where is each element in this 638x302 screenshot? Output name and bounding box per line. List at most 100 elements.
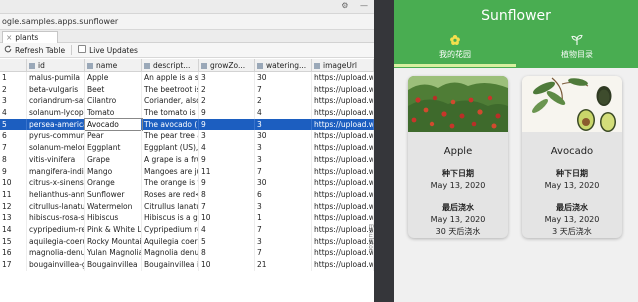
table-cell[interactable]: 2: [199, 83, 255, 96]
row-number-cell[interactable]: 7: [0, 142, 27, 154]
row-number-cell[interactable]: 6: [0, 130, 27, 143]
table-row[interactable]: 10citrus-x-sinensisOrangeThe orange is t…: [0, 177, 374, 189]
table-cell[interactable]: malus-pumila: [27, 72, 85, 84]
table-row[interactable]: 11helianthus-annuuSunflowerRoses are red…: [0, 188, 374, 201]
table-cell[interactable]: Yulan Magnolia: [85, 247, 142, 259]
table-cell[interactable]: aquilegia-coerule: [27, 235, 85, 248]
table-cell[interactable]: 4: [199, 223, 255, 236]
table-cell[interactable]: 3: [255, 142, 312, 154]
table-cell[interactable]: persea-americana: [27, 118, 85, 131]
table-cell[interactable]: Avocado: [84, 117, 143, 132]
table-cell[interactable]: 4: [199, 142, 255, 154]
table-cell[interactable]: Eggplant (US), au: [142, 142, 199, 154]
table-cell[interactable]: https://upload.wi: [312, 212, 374, 224]
column-header[interactable]: growZo...: [199, 59, 255, 71]
table-cell[interactable]: 8: [199, 247, 255, 259]
row-number-cell[interactable]: 5: [0, 118, 27, 131]
row-number-cell[interactable]: 4: [0, 107, 27, 119]
table-row[interactable]: 9mangifera-indicaMangoMangoes are juic11…: [0, 165, 374, 178]
row-number-cell[interactable]: 3: [0, 95, 27, 108]
table-cell[interactable]: 9: [199, 177, 255, 189]
table-row[interactable]: 15aquilegia-coeruleRocky Mountain CAquil…: [0, 235, 374, 248]
table-row[interactable]: 1malus-pumilaAppleAn apple is a swe330ht…: [0, 72, 374, 84]
table-cell[interactable]: 9: [199, 118, 255, 131]
table-cell[interactable]: https://upload.wi: [312, 235, 374, 248]
table-cell[interactable]: Grape: [85, 153, 142, 166]
table-cell[interactable]: solanum-melonge: [27, 142, 85, 154]
table-cell[interactable]: https://upload.wi: [312, 95, 374, 108]
table-cell[interactable]: https://upload.wi: [312, 83, 374, 96]
table-cell[interactable]: beta-vulgaris: [27, 83, 85, 96]
table-cell[interactable]: 30: [255, 72, 312, 84]
table-cell[interactable]: 2: [199, 95, 255, 108]
row-number-cell[interactable]: 1: [0, 72, 27, 84]
tab-my-garden[interactable]: 我的花园: [394, 34, 516, 60]
table-row[interactable]: 7solanum-melongeEggplantEggplant (US), a…: [0, 142, 374, 154]
table-cell[interactable]: citrus-x-sinensis: [27, 177, 85, 189]
table-cell[interactable]: Cypripedium regi: [142, 223, 199, 236]
table-cell[interactable]: 3: [255, 235, 312, 248]
table-row[interactable]: 13 hibiscus-rosa-sir Hibiscus Hibiscus is a…: [0, 212, 374, 224]
table-cell[interactable]: 3: [255, 200, 312, 213]
minimize-icon[interactable]: —: [360, 1, 368, 10]
table-cell[interactable]: Hibiscus: [85, 212, 142, 224]
row-number-cell[interactable]: 9: [0, 165, 27, 178]
table-row[interactable]: 17bougainvillea-glaBougainvilleaBougainv…: [0, 259, 374, 271]
settings-gear-icon[interactable]: ⚙: [341, 1, 348, 10]
table-row[interactable]: 8vitis-viniferaGrapeA grape is a fruit,9…: [0, 153, 374, 166]
table-cell[interactable]: 21: [255, 259, 312, 271]
table-cell[interactable]: https://upload.wi: [312, 142, 374, 154]
table-cell[interactable]: 7: [199, 200, 255, 213]
table-cell[interactable]: pyrus-communis: [27, 130, 85, 143]
tab-plants[interactable]: × plants: [2, 31, 58, 43]
column-header[interactable]: descript...: [142, 59, 199, 71]
table-cell[interactable]: 2: [255, 95, 312, 108]
table-cell[interactable]: Hibiscus is a gen: [142, 212, 199, 224]
table-cell[interactable]: The beetroot is t: [142, 83, 199, 96]
table-cell[interactable]: coriandrum-sativ: [27, 95, 85, 108]
table-cell[interactable]: mangifera-indica: [27, 165, 85, 178]
table-cell[interactable]: The orange is the: [142, 177, 199, 189]
table-row[interactable]: 5persea-americanaAvocadoThe avocado (Pe9…: [0, 117, 374, 132]
table-cell[interactable]: Bougainvillea: [85, 259, 142, 271]
table-cell[interactable]: Magnolia denuda: [142, 247, 199, 259]
table-row[interactable]: 14cypripedium-regePink & White LadCyprip…: [0, 223, 374, 236]
table-cell[interactable]: The pear tree and: [142, 130, 199, 143]
table-cell[interactable]: The avocado (Pe: [142, 118, 199, 131]
table-cell[interactable]: https://upload.wi: [312, 177, 374, 189]
table-cell[interactable]: vitis-vinifera: [27, 153, 85, 166]
table-cell[interactable]: solanum-lycopers: [27, 107, 85, 119]
table-cell[interactable]: 30: [255, 177, 312, 189]
database-name[interactable]: ogle.samples.apps.sunflower: [0, 14, 374, 30]
row-number-cell[interactable]: 10: [0, 177, 27, 189]
table-cell[interactable]: https://upload.wi: [312, 259, 374, 271]
column-header[interactable]: imageUrl: [312, 59, 374, 71]
row-number-cell[interactable]: 2: [0, 83, 27, 96]
table-cell[interactable]: cypripedium-rege: [27, 223, 85, 236]
table-cell[interactable]: Sunflower: [85, 188, 142, 201]
table-cell[interactable]: Eggplant: [85, 142, 142, 154]
table-cell[interactable]: Coriander, also k: [142, 95, 199, 108]
table-cell[interactable]: 7: [255, 165, 312, 178]
table-cell[interactable]: 3: [255, 118, 312, 131]
table-cell[interactable]: https://upload.wi: [312, 223, 374, 236]
table-cell[interactable]: Tomato: [85, 107, 142, 119]
table-cell[interactable]: https://upload.wi: [312, 165, 374, 178]
table-cell[interactable]: https://upload.wi: [312, 200, 374, 213]
table-row[interactable]: 3coriandrum-sativCilantroCoriander, also…: [0, 95, 374, 108]
close-tab-icon[interactable]: ×: [6, 33, 12, 42]
table-cell[interactable]: 3: [199, 72, 255, 84]
table-cell[interactable]: https://upload.wi: [312, 130, 374, 143]
table-cell[interactable]: 7: [255, 247, 312, 259]
column-header[interactable]: name: [85, 59, 142, 71]
row-number-cell[interactable]: 14: [0, 223, 27, 236]
table-cell[interactable]: magnolia-denuda: [27, 247, 85, 259]
table-cell[interactable]: 8: [199, 188, 255, 201]
table-cell[interactable]: Orange: [85, 177, 142, 189]
refresh-table-button[interactable]: Refresh Table: [4, 45, 65, 55]
table-cell[interactable]: bougainvillea-gla: [27, 259, 85, 271]
table-cell[interactable]: 30: [255, 130, 312, 143]
emulator-side-tab[interactable]: Emulator: [366, 224, 374, 284]
column-header[interactable]: id: [27, 59, 85, 71]
table-row[interactable]: 6pyrus-communisPearThe pear tree and330h…: [0, 130, 374, 143]
